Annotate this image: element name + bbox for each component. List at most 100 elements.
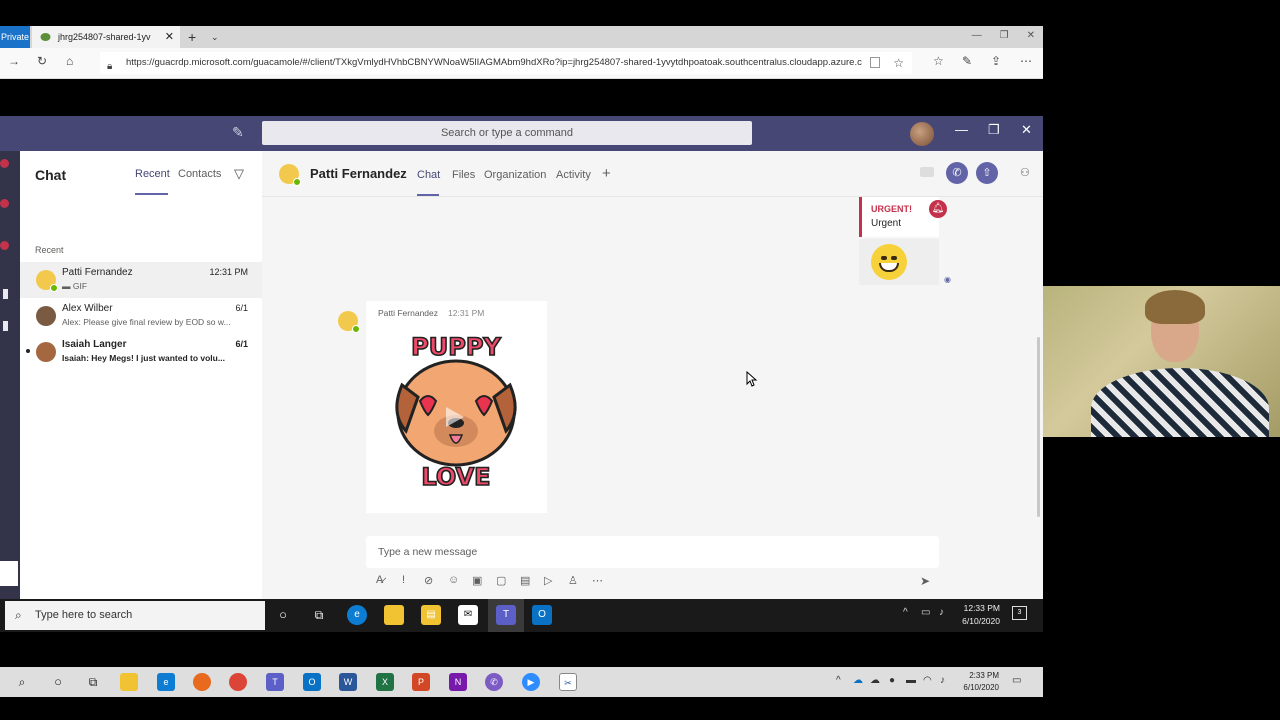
share-screen-icon[interactable]: ⇧ bbox=[976, 162, 998, 184]
minimize-icon[interactable]: — bbox=[972, 26, 982, 46]
notification-center-icon[interactable]: 3 bbox=[1012, 606, 1027, 620]
praise-icon[interactable]: ♙ bbox=[568, 574, 578, 587]
tab-chat[interactable]: Chat bbox=[417, 169, 440, 181]
puppy-love-gif[interactable]: PUPPY LOVE bbox=[384, 323, 528, 491]
tab-close-icon[interactable]: ✕ bbox=[165, 26, 174, 48]
firefox-icon[interactable] bbox=[193, 673, 211, 691]
add-tab-icon[interactable]: + bbox=[602, 165, 611, 182]
meet-icon[interactable]: ▤ bbox=[520, 574, 530, 587]
cloud-icon[interactable]: ☁ bbox=[870, 675, 880, 686]
search-icon[interactable]: ⌕ bbox=[13, 673, 31, 691]
new-chat-icon[interactable]: ✎ bbox=[232, 124, 244, 141]
tab-contacts[interactable]: Contacts bbox=[178, 168, 221, 180]
share-icon[interactable]: ⇪ bbox=[991, 54, 1001, 68]
chrome-icon[interactable] bbox=[229, 673, 247, 691]
tray-chevron-icon[interactable]: ^ bbox=[836, 675, 841, 686]
edge-legacy-icon[interactable]: e bbox=[157, 673, 175, 691]
teams-search-input[interactable]: Search or type a command bbox=[262, 121, 752, 145]
chat-list-item[interactable]: Isaiah Langer Isaiah: Hey Megs! I just w… bbox=[20, 334, 262, 370]
close-icon[interactable]: ✕ bbox=[1021, 122, 1032, 138]
emoji-message[interactable] bbox=[859, 239, 939, 285]
close-icon[interactable]: ✕ bbox=[1027, 26, 1035, 46]
restore-icon[interactable]: ❐ bbox=[1000, 26, 1009, 46]
address-bar[interactable]: 🔒︎ https://guacrdp.microsoft.com/guacamo… bbox=[100, 52, 912, 74]
favorite-star-icon[interactable]: ☆ bbox=[893, 52, 904, 74]
help-icon[interactable] bbox=[0, 561, 18, 586]
microphone-icon[interactable]: ● bbox=[889, 675, 895, 686]
refresh-icon[interactable]: ↻ bbox=[37, 54, 47, 68]
home-icon[interactable]: ⌂ bbox=[66, 54, 73, 68]
user-avatar[interactable] bbox=[910, 122, 934, 146]
volume-icon[interactable]: ♪ bbox=[939, 607, 944, 618]
tab-recent[interactable]: Recent bbox=[135, 168, 170, 180]
video-call-icon[interactable] bbox=[920, 167, 934, 177]
tab-organization[interactable]: Organization bbox=[484, 169, 546, 181]
tab-activity[interactable]: Activity bbox=[556, 169, 591, 181]
word-icon[interactable]: W bbox=[339, 673, 357, 691]
pen-icon[interactable]: ✎ bbox=[962, 54, 972, 68]
outlook-icon[interactable]: O bbox=[303, 673, 321, 691]
cortana-icon[interactable]: ○ bbox=[273, 605, 293, 625]
stream-icon[interactable]: ▷ bbox=[544, 574, 552, 587]
tray-chevron-icon[interactable]: ^ bbox=[903, 607, 908, 618]
tab-files[interactable]: Files bbox=[452, 169, 475, 181]
important-icon[interactable]: ! bbox=[402, 574, 405, 586]
mail-icon[interactable]: ✉ bbox=[458, 605, 478, 625]
activity-badge[interactable] bbox=[0, 159, 9, 168]
minimize-icon[interactable]: — bbox=[955, 122, 968, 137]
sticker-icon[interactable]: ▢ bbox=[496, 574, 506, 587]
chat-list-item[interactable]: Alex Wilber Alex: Please give final revi… bbox=[20, 298, 262, 334]
filter-icon[interactable]: ▽ bbox=[234, 166, 244, 182]
excel-icon[interactable]: X bbox=[376, 673, 394, 691]
maximize-icon[interactable]: ❐ bbox=[988, 122, 1000, 138]
chat-list-item[interactable]: Patti Fernandez ▬ GIF 12:31 PM bbox=[20, 262, 262, 298]
format-icon[interactable]: A̷ bbox=[376, 574, 383, 586]
onedrive-icon[interactable]: ☁ bbox=[853, 675, 863, 686]
calls-icon[interactable] bbox=[3, 321, 8, 331]
browser-tab[interactable]: jhrg254807-shared-1yv ✕ bbox=[32, 26, 180, 48]
edge-icon[interactable]: e bbox=[347, 605, 367, 625]
task-view-icon[interactable]: ⧉ bbox=[84, 673, 102, 691]
send-icon[interactable]: ➤ bbox=[920, 574, 930, 588]
compose-box[interactable]: Type a new message bbox=[366, 536, 939, 568]
wifi-icon[interactable]: ◠ bbox=[923, 675, 932, 686]
scrollbar[interactable] bbox=[1037, 337, 1040, 517]
teams-badge[interactable] bbox=[0, 241, 9, 250]
zoom-icon[interactable]: ▶ bbox=[522, 673, 540, 691]
new-tab-icon[interactable]: + bbox=[188, 26, 196, 48]
audio-call-icon[interactable]: ✆ bbox=[946, 162, 968, 184]
store-icon[interactable]: ▤ bbox=[421, 605, 441, 625]
cortana-icon[interactable]: ○ bbox=[49, 673, 67, 691]
conversation-name[interactable]: Patti Fernandez bbox=[310, 166, 407, 181]
calendar-icon[interactable] bbox=[3, 289, 8, 299]
forward-icon[interactable]: → bbox=[8, 54, 20, 68]
viber-icon[interactable]: ✆ bbox=[485, 673, 503, 691]
battery-icon[interactable]: ▬ bbox=[906, 675, 916, 686]
tab-list-chevron-icon[interactable]: ⌄ bbox=[211, 26, 219, 48]
file-explorer-icon[interactable] bbox=[384, 605, 404, 625]
file-explorer-icon[interactable] bbox=[120, 673, 138, 691]
network-icon[interactable]: ▭ bbox=[921, 607, 930, 618]
gif-icon[interactable]: ▣ bbox=[472, 574, 482, 587]
snipping-tool-icon[interactable]: ✂ bbox=[559, 673, 577, 691]
powerpoint-icon[interactable]: P bbox=[412, 673, 430, 691]
gif-message[interactable]: Patti Fernandez 12:31 PM PUPPY LOVE bbox=[366, 301, 547, 513]
taskbar-clock[interactable]: 12:33 PM 6/10/2020 bbox=[950, 602, 1000, 628]
more-icon[interactable]: ⋯ bbox=[1020, 54, 1032, 68]
task-view-icon[interactable]: ⧉ bbox=[309, 605, 329, 625]
favorites-icon[interactable]: ☆ bbox=[933, 54, 944, 68]
emoji-icon[interactable]: ☺ bbox=[448, 574, 459, 586]
notification-icon[interactable]: ▭ bbox=[1012, 675, 1021, 686]
onenote-icon[interactable]: N bbox=[449, 673, 467, 691]
attach-icon[interactable]: ⊘ bbox=[424, 574, 433, 587]
chat-badge[interactable] bbox=[0, 199, 9, 208]
avatar[interactable] bbox=[279, 164, 301, 186]
urgent-message[interactable]: URGENT! Urgent bbox=[859, 197, 939, 237]
avatar[interactable] bbox=[338, 311, 360, 333]
reader-view-icon[interactable] bbox=[870, 57, 880, 68]
outlook-icon[interactable]: O bbox=[532, 605, 552, 625]
more-options-icon[interactable]: ⋯ bbox=[592, 574, 603, 587]
add-people-icon[interactable]: ⚇ bbox=[1020, 166, 1030, 179]
teams-icon[interactable]: T bbox=[266, 673, 284, 691]
host-clock[interactable]: 2:33 PM 6/10/2020 bbox=[944, 670, 999, 694]
